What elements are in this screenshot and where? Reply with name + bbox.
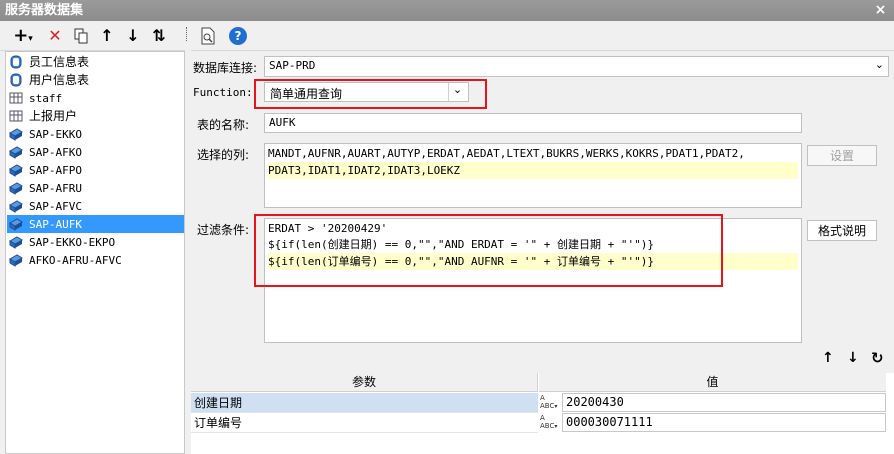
- tree-item-label: SAP-EKKO-EKPO: [29, 236, 116, 249]
- columns-line: MANDT,AUFNR,AUART,AUTYP,ERDAT,AEDAT,LTEX…: [268, 147, 745, 160]
- filter-line: ${if(len(创建日期) == 0,"","AND ERDAT = '" +…: [268, 238, 655, 251]
- filter-line: ${if(len(订单编号) == 0,"","AND AUFNR = '" +…: [268, 253, 798, 270]
- editor-toolbar: ?: [191, 21, 894, 51]
- columns-label: 选择的列:: [197, 148, 250, 162]
- value-column-header: 值: [539, 373, 886, 392]
- filter-textarea[interactable]: ERDAT > '20200429' ${if(len(创建日期) == 0,"…: [264, 218, 802, 343]
- move-down-icon[interactable]: ↓: [122, 25, 144, 47]
- help-icon[interactable]: ?: [229, 27, 247, 45]
- add-icon: +: [13, 25, 29, 46]
- table-name-value: AUFK: [269, 116, 296, 129]
- filter-label: 过滤条件:: [197, 223, 250, 237]
- tree-item[interactable]: AFKO-AFRU-AFVC: [7, 251, 184, 269]
- dataset-icon: [9, 181, 23, 195]
- columns-textarea[interactable]: MANDT,AUFNR,AUART,AUTYP,ERDAT,AEDAT,LTEX…: [264, 143, 802, 208]
- tree-item-label: 用户信息表: [29, 73, 90, 87]
- tree-item[interactable]: SAP-EKKO-EKPO: [7, 233, 184, 251]
- move-up-icon[interactable]: ↑: [96, 25, 118, 47]
- refresh-icon[interactable]: ↻: [871, 349, 884, 367]
- tree-item-label: staff: [29, 92, 63, 105]
- tree-item[interactable]: SAP-AUFK: [7, 215, 184, 233]
- table-icon: [9, 109, 23, 123]
- tree-item[interactable]: 上报用户: [7, 107, 184, 125]
- tree-item-label: AFKO-AFRU-AFVC: [29, 254, 122, 267]
- chevron-down-icon: ⌄: [448, 83, 466, 101]
- tree-item-label: 上报用户: [29, 109, 78, 123]
- dataset-icon: [9, 127, 23, 141]
- dataset-icon: [9, 145, 23, 159]
- tree-item[interactable]: staff: [7, 89, 184, 107]
- param-up-icon[interactable]: ↑: [822, 350, 834, 366]
- param-value-input[interactable]: 20200430: [562, 393, 886, 412]
- tree-item-label: SAP-EKKO: [29, 128, 82, 141]
- dataset-toolbar: +▾ ✕ ↑ ↓ ⇅: [0, 21, 190, 51]
- tree-item[interactable]: SAP-EKKO: [7, 125, 184, 143]
- settings-button[interactable]: 设置: [807, 145, 877, 166]
- tree-item[interactable]: 员工信息表: [7, 53, 184, 71]
- copy-icon[interactable]: [70, 25, 92, 47]
- tree-item-label: SAP-AFVC: [29, 200, 82, 213]
- filter-line: ERDAT > '20200429': [268, 222, 388, 235]
- window-title: 服务器数据集: [5, 3, 84, 18]
- function-select[interactable]: 简单通用查询 ⌄: [264, 82, 469, 102]
- tree-item[interactable]: SAP-AFVC: [7, 197, 184, 215]
- chevron-down-icon: ▾: [28, 34, 33, 44]
- dataset-tree[interactable]: 员工信息表用户信息表 staff 上报用户 SAP-EKKO SAP-AFKO SAP-A…: [5, 51, 185, 454]
- param-name-cell[interactable]: 创建日期: [191, 393, 538, 413]
- param-column-header: 参数: [191, 373, 538, 392]
- dataset-icon: [9, 217, 23, 231]
- sort-icon[interactable]: ⇅: [148, 25, 170, 47]
- table-icon: [9, 91, 23, 105]
- dataset-icon: [9, 163, 23, 177]
- dataset-icon: [9, 199, 23, 213]
- table-name-label: 表的名称:: [197, 118, 250, 132]
- delete-icon[interactable]: ✕: [44, 25, 66, 47]
- add-button[interactable]: +▾: [10, 25, 36, 47]
- function-label: Function:: [193, 86, 253, 99]
- format-help-button[interactable]: 格式说明: [807, 220, 877, 241]
- text-type-icon[interactable]: A ABC▾: [540, 414, 560, 433]
- tree-item[interactable]: 用户信息表: [7, 71, 184, 89]
- tree-item-label: SAP-AFKO: [29, 146, 82, 159]
- columns-line: PDAT3,IDAT1,IDAT2,IDAT3,LOEKZ: [268, 162, 798, 179]
- tree-item-label: 员工信息表: [29, 55, 90, 69]
- text-type-icon[interactable]: A ABC▾: [540, 394, 560, 413]
- param-name-cell[interactable]: 订单编号: [191, 413, 538, 433]
- tree-item[interactable]: SAP-AFKO: [7, 143, 184, 161]
- close-icon[interactable]: ×: [871, 1, 890, 20]
- tree-item[interactable]: SAP-AFPO: [7, 161, 184, 179]
- function-value: 简单通用查询: [270, 87, 343, 101]
- param-down-icon[interactable]: ↓: [847, 350, 859, 366]
- chevron-down-icon: ⌄: [874, 58, 884, 71]
- db-connection-value: SAP-PRD: [269, 59, 316, 72]
- window-titlebar: 服务器数据集 ×: [0, 0, 894, 21]
- param-value-input[interactable]: 000030071111: [562, 413, 886, 432]
- table-name-input[interactable]: AUFK: [264, 113, 802, 133]
- db-connection-label: 数据库连接:: [193, 61, 258, 75]
- dataset-icon: [9, 253, 23, 267]
- tree-item-label: SAP-AUFK: [29, 218, 82, 231]
- tree-item-label: SAP-AFRU: [29, 182, 82, 195]
- dataset-icon: [9, 235, 23, 249]
- database-icon: [9, 55, 23, 69]
- db-connection-select[interactable]: SAP-PRD ⌄: [264, 56, 889, 77]
- params-table: 参数 值 创建日期 A ABC▾ 20200430 订单编号 A ABC▾ 000030071…: [191, 373, 894, 454]
- preview-icon[interactable]: [199, 27, 217, 45]
- tree-item-label: SAP-AFPO: [29, 164, 82, 177]
- database-icon: [9, 73, 23, 87]
- tree-item[interactable]: SAP-AFRU: [7, 179, 184, 197]
